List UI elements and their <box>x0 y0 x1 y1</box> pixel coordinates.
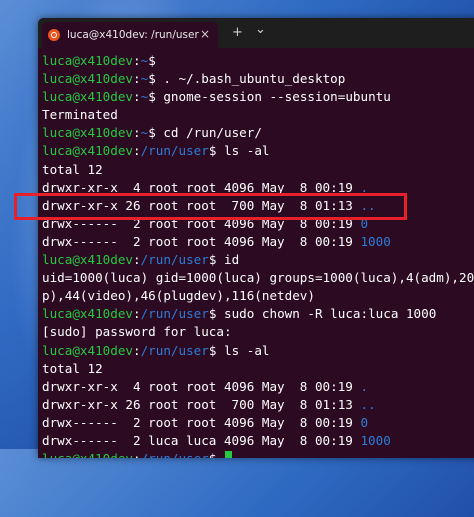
output-text: p),44(video),46(plugdev),116(netdev) <box>42 288 315 304</box>
output-text: drwxr-xr-x 4 root root 4096 May 8 00:19 <box>42 378 361 394</box>
terminal-line: drwxr-xr-x 26 root root 700 May 8 01:13 … <box>42 396 474 414</box>
output-text: : <box>133 89 141 105</box>
tab-dropdown-button[interactable]: ⌄ <box>255 22 266 37</box>
prompt-user-host: luca@x410dev <box>42 451 133 458</box>
terminal-line: luca@x410dev:/run/user$ ls -al <box>42 142 474 160</box>
output-text: : <box>133 252 141 268</box>
terminal-line: drwxr-xr-x 4 root root 4096 May 8 00:19 … <box>42 378 474 396</box>
prompt-user-host: luca@x410dev <box>42 306 133 322</box>
new-tab-button[interactable]: + <box>232 25 243 40</box>
terminal-line: [sudo] password for luca: <box>42 323 474 341</box>
prompt-user-host: luca@x410dev <box>42 252 133 268</box>
output-text: drwx------ 2 root root 4096 May 8 00:19 <box>42 233 361 249</box>
terminal-line: luca@x410dev:~$ <box>42 52 474 70</box>
terminal-line: p),44(video),46(plugdev),116(netdev) <box>42 287 474 305</box>
output-text: $ . ~/.bash_ubuntu_desktop <box>148 71 346 87</box>
highlight-annotation <box>14 193 407 220</box>
terminal-tab[interactable]: luca@x410dev: /run/user × <box>42 22 218 48</box>
prompt-user-host: luca@x410dev <box>42 125 133 141</box>
terminal-line: luca@x410dev:/run/user$ ls -al <box>42 342 474 360</box>
prompt-user-host: luca@x410dev <box>42 71 133 87</box>
output-text: : <box>133 53 141 68</box>
output-text: drwx------ 2 luca luca 4096 May 8 00:19 <box>42 432 361 448</box>
terminal-line: Terminated <box>42 106 474 124</box>
path-text: . <box>360 378 369 394</box>
output-text: $ gnome-session --session=ubuntu <box>148 89 391 105</box>
output-text: drwx------ 2 root root 4096 May 8 00:19 <box>42 414 361 430</box>
terminal-output[interactable]: luca@x410dev:~$ luca@x410dev:~$ . ~/.bash… <box>42 52 474 458</box>
terminal-line: luca@x410dev:~$ gnome-session --session=… <box>42 88 474 106</box>
terminal-line: luca@x410dev:~$ . ~/.bash_ubuntu_desktop <box>42 70 474 88</box>
output-text: : <box>133 71 141 87</box>
terminal-line: drwx------ 2 root root 4096 May 8 00:19 … <box>42 414 474 432</box>
output-text: total 12 <box>42 360 103 376</box>
terminal-line: luca@x410dev:/run/user$ sudo chown -R lu… <box>42 305 474 323</box>
prompt-user-host: luca@x410dev <box>42 89 133 105</box>
terminal-window[interactable]: luca@x410dev: /run/user × + ⌄ luca@x410d… <box>38 18 474 458</box>
prompt-user-host: luca@x410dev <box>42 53 133 68</box>
terminal-line: uid=1000(luca) gid=1000(luca) groups=100… <box>42 269 474 287</box>
path-text: 1000 <box>360 233 391 249</box>
output-text: : <box>133 306 141 322</box>
title-bar: luca@x410dev: /run/user × + ⌄ <box>38 18 474 48</box>
output-text: : <box>133 143 141 159</box>
path-text: /run/user <box>140 342 209 358</box>
prompt-user-host: luca@x410dev <box>42 143 133 159</box>
output-text: drwxr-xr-x 26 root root 700 May 8 01:13 <box>42 396 361 412</box>
output-text: [sudo] password for luca: <box>42 324 232 340</box>
output-text: $ <box>148 53 156 68</box>
output-text: $ id <box>208 252 240 268</box>
terminal-line: drwx------ 2 luca luca 4096 May 8 00:19 … <box>42 432 474 450</box>
text-cursor <box>225 451 233 458</box>
path-text: 1000 <box>360 432 391 448</box>
terminal-line: luca@x410dev:~$ cd /run/user/ <box>42 124 474 142</box>
output-text: $ ls -al <box>208 143 270 159</box>
prompt-user-host: luca@x410dev <box>42 342 133 358</box>
terminal-line: total 12 <box>42 360 474 378</box>
output-text: $ <box>209 451 224 458</box>
output-text: $ cd /run/user/ <box>148 125 262 141</box>
output-text: $ sudo chown -R luca:luca 1000 <box>208 306 437 322</box>
output-text: Terminated <box>42 107 118 123</box>
output-text: : <box>133 342 141 358</box>
terminal-line: drwx------ 2 root root 4096 May 8 00:19 … <box>42 233 474 251</box>
path-text: /run/user <box>140 306 209 322</box>
path-text: /run/user <box>140 252 209 268</box>
tab-title: luca@x410dev: /run/user <box>67 29 199 41</box>
ubuntu-icon <box>48 29 60 41</box>
close-tab-icon[interactable]: × <box>200 27 210 41</box>
terminal-line: luca@x410dev:/run/user$ id <box>42 251 474 269</box>
path-text: 0 <box>360 414 369 430</box>
output-text: $ ls -al <box>208 342 270 358</box>
output-text: : <box>133 451 141 458</box>
terminal-line: luca@x410dev:/run/user$ <box>42 450 474 458</box>
output-text: : <box>133 125 141 141</box>
path-text: /run/user <box>141 451 209 458</box>
path-text: /run/user <box>140 143 209 159</box>
output-text: uid=1000(luca) gid=1000(luca) groups=100… <box>42 270 474 286</box>
path-text: .. <box>360 396 376 412</box>
output-text: total 12 <box>42 161 103 177</box>
terminal-line: total 12 <box>42 161 474 179</box>
